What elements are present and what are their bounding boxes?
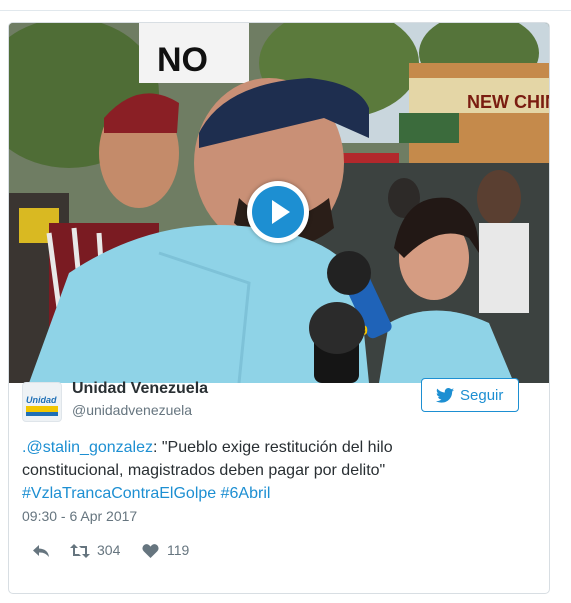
hashtag-link[interactable]: #VzlaTrancaContraElGolpe xyxy=(22,485,216,502)
retweet-button[interactable]: 304 xyxy=(70,540,140,562)
tweet-timestamp[interactable]: 09:30 - 6 Apr 2017 xyxy=(22,508,137,524)
retweet-icon xyxy=(70,544,90,558)
avatar[interactable]: Unidad xyxy=(22,382,62,422)
top-divider xyxy=(0,10,571,11)
retweet-count: 304 xyxy=(97,542,121,558)
avatar-logo-bar xyxy=(26,412,58,416)
tweet-text: .@stalin_gonzalez: "Pueblo exige restitu… xyxy=(22,436,522,505)
twitter-bird-icon xyxy=(436,388,454,403)
store-sign-text: NEW CHIN xyxy=(467,92,549,112)
play-button[interactable] xyxy=(247,181,309,243)
like-count: 119 xyxy=(167,542,190,558)
reply-button[interactable] xyxy=(32,540,56,562)
follow-button[interactable]: Seguir xyxy=(421,378,519,412)
author-handle[interactable]: @unidadvenezuela xyxy=(72,402,192,418)
protest-sign-text: NO xyxy=(157,41,208,79)
tweet-header: Unidad Unidad Venezuela @unidadvenezuela… xyxy=(22,378,522,428)
like-button[interactable]: 119 xyxy=(142,540,212,562)
reply-icon xyxy=(33,545,49,557)
avatar-logo-text: Unidad xyxy=(26,395,57,405)
tweet-actions: 304 119 xyxy=(22,540,322,562)
play-icon xyxy=(252,186,304,238)
hashtag-link[interactable]: #6Abril xyxy=(221,485,271,502)
heart-icon xyxy=(142,544,159,558)
author-name[interactable]: Unidad Venezuela xyxy=(72,380,208,398)
video-thumbnail[interactable]: NO NEW CHIN xyxy=(9,23,549,383)
tweet-text-line1: : "Pueblo exige restitución del hilo xyxy=(152,439,393,456)
tweet-text-line2: constitucional, magistrados deben pagar … xyxy=(22,462,386,479)
follow-label: Seguir xyxy=(460,387,504,404)
mention-link[interactable]: .@stalin_gonzalez xyxy=(22,439,153,456)
